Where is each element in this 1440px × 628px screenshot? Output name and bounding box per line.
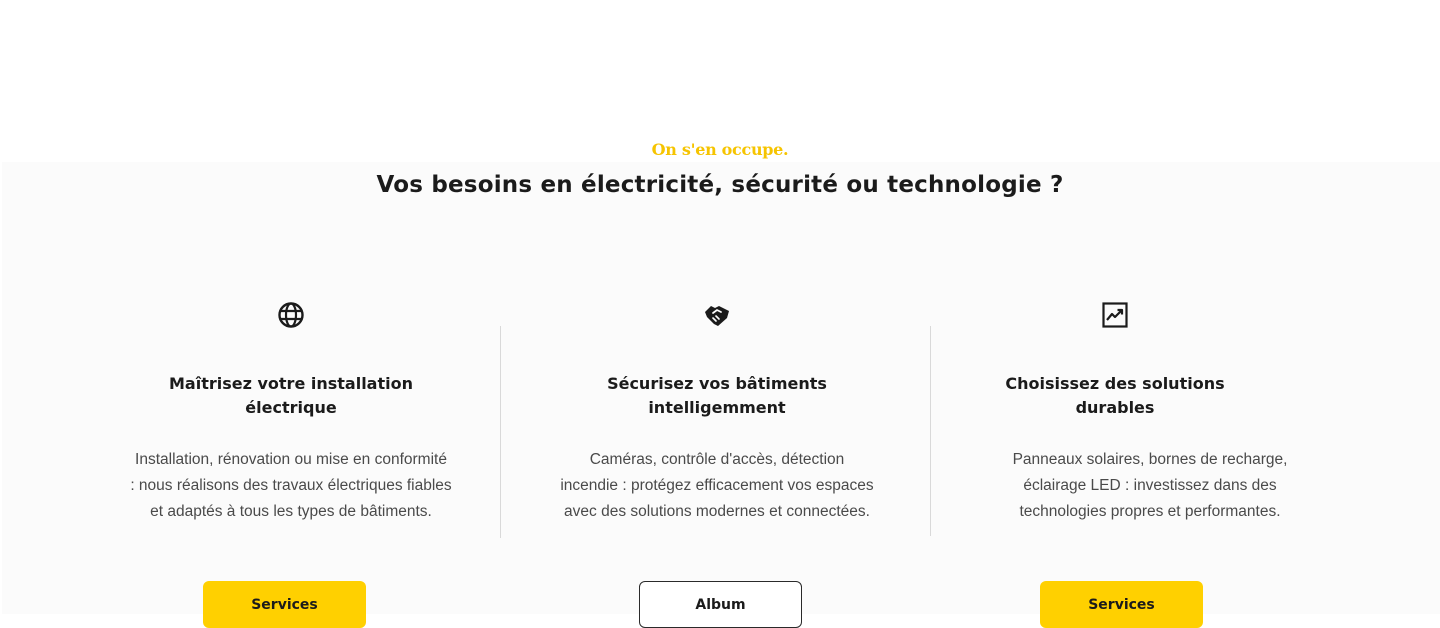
service-title: Choisissez des solutions durables — [960, 372, 1270, 420]
service-title-line: électrique — [245, 398, 337, 417]
service-description-line: : nous réalisons des travaux électriques… — [130, 477, 452, 494]
section-title: Vos besoins en électricité, sécurité ou … — [376, 172, 1064, 198]
service-description-line: et adaptés à tous les types de bâtiments… — [150, 503, 432, 520]
service-description: Installation, rénovation ou mise en conf… — [107, 447, 475, 525]
globe-icon — [276, 300, 306, 330]
service-title-line: intelligemment — [648, 398, 786, 417]
handshake-icon — [702, 300, 732, 330]
service-column-electrical: Maîtrisez votre installation électrique … — [107, 300, 475, 520]
service-column-security: Sécurisez vos bâtiments intelligemment C… — [532, 300, 902, 520]
service-description-line: Panneaux solaires, bornes de recharge, — [1012, 451, 1288, 468]
service-title-line: Choisissez des solutions — [1005, 374, 1225, 393]
services-button[interactable]: Services — [1040, 581, 1203, 628]
service-description-line: Caméras, contrôle d'accès, détection — [589, 451, 845, 468]
services-button[interactable]: Services — [203, 581, 366, 628]
service-description-line: avec des solutions modernes et connectée… — [564, 503, 870, 520]
service-title-line: durables — [1075, 398, 1155, 417]
service-column-sustainable: Choisissez des solutions durables Pannea… — [960, 300, 1287, 520]
column-divider — [500, 326, 501, 538]
service-description-line: Installation, rénovation ou mise en conf… — [135, 451, 447, 468]
section-tagline: On s'en occupe. — [651, 140, 789, 159]
service-title-line: Maîtrisez votre installation — [169, 374, 413, 393]
service-description: Caméras, contrôle d'accès, détection inc… — [532, 447, 902, 525]
service-description-line: technologies propres et performantes. — [1019, 503, 1281, 520]
service-title: Sécurisez vos bâtiments intelligemment — [532, 372, 902, 420]
service-title-line: Sécurisez vos bâtiments — [607, 374, 827, 393]
service-description-line: éclairage LED : investissez dans des — [1023, 477, 1277, 494]
album-button[interactable]: Album — [639, 581, 802, 628]
service-title: Maîtrisez votre installation électrique — [107, 372, 475, 420]
trending-up-chart-icon — [1100, 300, 1130, 330]
service-description-line: incendie : protégez efficacement vos esp… — [560, 477, 874, 494]
service-description: Panneaux solaires, bornes de recharge, é… — [930, 447, 1370, 525]
